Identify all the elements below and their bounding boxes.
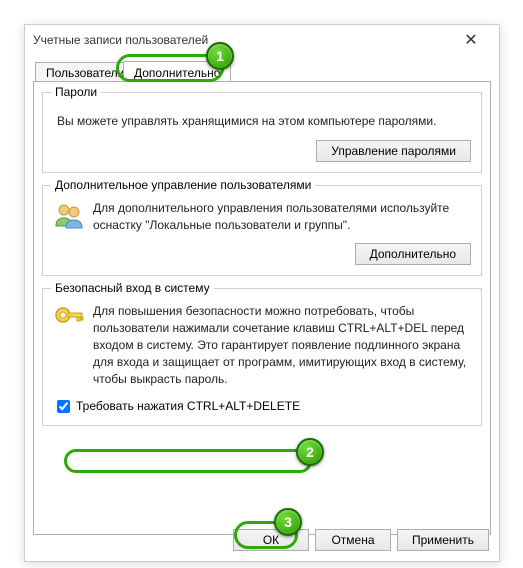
- key-icon: [53, 303, 85, 335]
- close-button[interactable]: ✕: [451, 26, 491, 54]
- require-ctrlaltdel-row[interactable]: Требовать нажатия CTRL+ALT+DELETE: [53, 397, 471, 415]
- window-title: Учетные записи пользователей: [33, 33, 451, 47]
- secure-login-group: Безопасный вход в систему Для повышения …: [42, 288, 482, 426]
- apply-button[interactable]: Применить: [397, 529, 489, 551]
- dialog-buttons: ОК Отмена Применить: [233, 529, 489, 551]
- advanced-users-group-title: Дополнительное управление пользователями: [51, 178, 315, 192]
- advanced-users-group: Дополнительное управление пользователями…: [42, 185, 482, 277]
- tab-strip: Пользователи Дополнительно: [33, 59, 491, 81]
- advanced-users-text: Для дополнительного управления пользоват…: [93, 200, 471, 234]
- cancel-button[interactable]: Отмена: [315, 529, 391, 551]
- passwords-text: Вы можете управлять хранящимися на этом …: [53, 107, 471, 130]
- require-ctrlaltdel-label: Требовать нажатия CTRL+ALT+DELETE: [76, 399, 300, 413]
- titlebar: Учетные записи пользователей ✕: [25, 25, 499, 55]
- users-icon: [53, 200, 85, 232]
- tab-users[interactable]: Пользователи: [35, 62, 135, 81]
- manage-passwords-button[interactable]: Управление паролями: [316, 140, 471, 162]
- user-accounts-dialog: Учетные записи пользователей ✕ Пользоват…: [24, 24, 500, 562]
- tab-users-label: Пользователи: [46, 66, 124, 80]
- tab-advanced-label: Дополнительно: [134, 66, 220, 80]
- passwords-group-title: Пароли: [51, 85, 101, 99]
- close-icon: ✕: [464, 30, 477, 50]
- secure-login-text: Для повышения безопасности можно потребо…: [93, 303, 471, 387]
- passwords-group: Пароли Вы можете управлять хранящимися н…: [42, 92, 482, 173]
- tab-content: Пароли Вы можете управлять хранящимися н…: [33, 81, 491, 535]
- callout-3: 3: [274, 508, 302, 536]
- require-ctrlaltdel-checkbox[interactable]: [57, 400, 70, 413]
- advanced-button[interactable]: Дополнительно: [355, 243, 471, 265]
- callout-2: 2: [296, 438, 324, 466]
- ok-button[interactable]: ОК: [233, 529, 309, 551]
- secure-login-group-title: Безопасный вход в систему: [51, 281, 214, 295]
- callout-1: 1: [206, 42, 234, 70]
